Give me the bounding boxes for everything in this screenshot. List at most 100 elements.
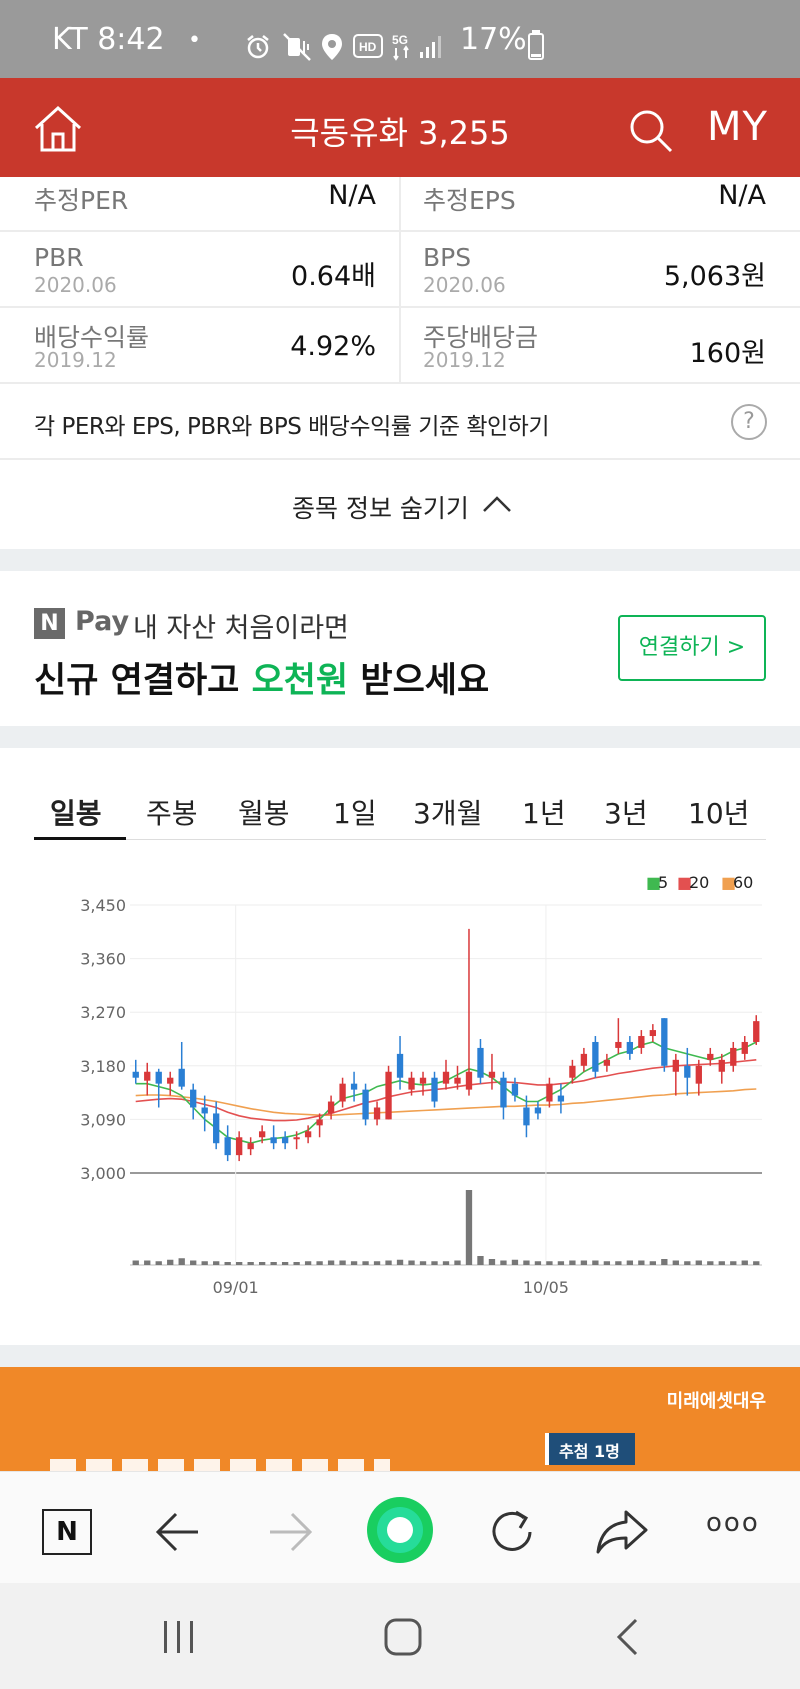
volume-bar xyxy=(500,1260,507,1265)
candle-body xyxy=(258,1131,266,1138)
candle-body xyxy=(684,1065,691,1078)
candle-body xyxy=(626,1041,634,1054)
tab-10year[interactable]: 10년 xyxy=(688,792,749,832)
back-nav-icon[interactable] xyxy=(614,1617,640,1657)
candle-body xyxy=(661,1018,668,1066)
green-dot-icon[interactable] xyxy=(365,1495,435,1565)
per-value: N/A xyxy=(328,180,376,211)
volume-bar xyxy=(155,1261,162,1265)
volume-bar xyxy=(373,1261,381,1265)
page-title: 극동유화 3,255 xyxy=(290,114,510,152)
volume-bar xyxy=(442,1261,450,1265)
volume-bar xyxy=(523,1260,530,1265)
volume-bar xyxy=(247,1262,254,1265)
volume-bar xyxy=(339,1260,346,1265)
ad-line2-b: 오천원 xyxy=(251,661,349,701)
candle-body xyxy=(592,1041,599,1072)
volume-bar xyxy=(213,1261,220,1265)
section-gap xyxy=(0,726,800,748)
candle-body xyxy=(132,1071,139,1078)
mute-vibrate-icon xyxy=(283,33,311,61)
volume-bar xyxy=(316,1261,323,1265)
volume-bar xyxy=(580,1260,588,1265)
volume-bar xyxy=(362,1261,369,1265)
chevron-up-icon xyxy=(483,496,511,512)
hd-icon: HD xyxy=(353,34,383,58)
my-button[interactable]: MY xyxy=(707,104,768,150)
back-arrow-icon[interactable] xyxy=(154,1510,202,1554)
tab-3month[interactable]: 3개월 xyxy=(413,792,482,832)
candle-body xyxy=(316,1119,323,1126)
more-menu-icon[interactable]: ooo xyxy=(706,1508,760,1538)
dividend-yield-date: 2019.12 xyxy=(34,348,117,372)
candle-body xyxy=(569,1065,576,1078)
volume-bar xyxy=(672,1260,679,1265)
y-tick-label: 3,000 xyxy=(80,1164,126,1183)
volume-bar xyxy=(741,1260,748,1265)
candle-body xyxy=(281,1137,289,1144)
pbr-date: 2020.06 xyxy=(34,273,117,297)
status-bar: KT 8:42 • HD 5G 17% xyxy=(0,0,800,78)
battery-percent: 17% xyxy=(460,22,527,57)
volume-bar xyxy=(236,1262,243,1265)
tab-1day[interactable]: 1일 xyxy=(333,792,377,832)
candle-body xyxy=(178,1068,185,1087)
tab-daily[interactable]: 일봉 xyxy=(50,792,102,832)
volume-bar xyxy=(603,1261,611,1265)
candle-body xyxy=(327,1101,335,1114)
y-axis-ticks: 3,450 3,360 3,270 3,180 3,090 3,000 xyxy=(80,896,126,1183)
candle-body xyxy=(615,1041,622,1048)
tab-3year[interactable]: 3년 xyxy=(604,792,648,832)
volume-bar xyxy=(327,1260,335,1265)
banner-brand: 미래에셋대우 xyxy=(666,1391,766,1412)
bps-value: 5,063원 xyxy=(663,261,766,292)
volume-bar xyxy=(304,1261,312,1265)
hide-info-label: 종목 정보 숨기기 xyxy=(292,494,469,523)
connect-button[interactable]: 연결하기 > xyxy=(618,615,766,681)
x-tick-label: 09/01 xyxy=(213,1278,259,1297)
search-icon[interactable] xyxy=(628,108,674,154)
ad-line1: 내 자산 처음이라면 xyxy=(133,613,349,644)
candle-body xyxy=(419,1077,427,1084)
securities-banner[interactable]: 미래에셋대우 추첨 1명 xyxy=(0,1367,800,1471)
tab-1year[interactable]: 1년 xyxy=(522,792,566,832)
x-axis-ticks: 09/01 10/05 xyxy=(213,1278,569,1297)
volume-bar xyxy=(270,1262,277,1265)
candle-body xyxy=(465,1071,473,1090)
refresh-icon[interactable] xyxy=(486,1506,538,1558)
volume-bar xyxy=(201,1261,208,1265)
forward-arrow-icon[interactable] xyxy=(266,1510,314,1554)
volume-bar xyxy=(569,1260,576,1265)
volume-bar xyxy=(419,1261,427,1265)
volume-bar xyxy=(408,1260,415,1265)
candlestick-chart[interactable]: 3,450 3,360 3,270 3,180 3,090 3,000 09/01 10/0… xyxy=(0,850,800,1310)
5g-icon: 5G xyxy=(392,33,409,61)
help-icon[interactable]: ? xyxy=(731,404,767,440)
candle-body xyxy=(293,1137,300,1140)
tab-weekly[interactable]: 주봉 xyxy=(146,792,198,832)
volume-bar xyxy=(511,1259,519,1265)
naver-home-button[interactable]: N xyxy=(42,1509,92,1555)
share-icon[interactable] xyxy=(596,1508,650,1556)
volume-bar xyxy=(592,1260,599,1265)
volume-bar xyxy=(557,1261,565,1265)
volume-bar xyxy=(431,1261,438,1265)
bps-date: 2020.06 xyxy=(423,273,506,297)
tab-monthly[interactable]: 월봉 xyxy=(238,792,290,832)
recent-apps-icon[interactable] xyxy=(160,1619,198,1655)
hide-info-button[interactable]: 종목 정보 숨기기 xyxy=(0,459,800,549)
dps-date: 2019.12 xyxy=(423,348,506,372)
criteria-help-link[interactable]: 각 PER와 EPS, PBR와 BPS 배당수익률 기준 확인하기 xyxy=(34,407,550,441)
candle-body xyxy=(638,1036,645,1048)
ad-headline: 신규 연결하고 오천원 받으세요 xyxy=(34,652,489,703)
tab-baseline xyxy=(34,839,766,840)
volume-bar xyxy=(661,1259,668,1265)
home-nav-icon[interactable] xyxy=(383,1617,423,1657)
candle-body xyxy=(523,1107,530,1126)
candle-body xyxy=(431,1077,438,1102)
section-gap xyxy=(0,549,800,571)
volume-bar xyxy=(730,1261,737,1265)
volume-bar xyxy=(132,1260,139,1265)
volume-bar xyxy=(465,1190,473,1265)
candle-body xyxy=(350,1083,358,1090)
